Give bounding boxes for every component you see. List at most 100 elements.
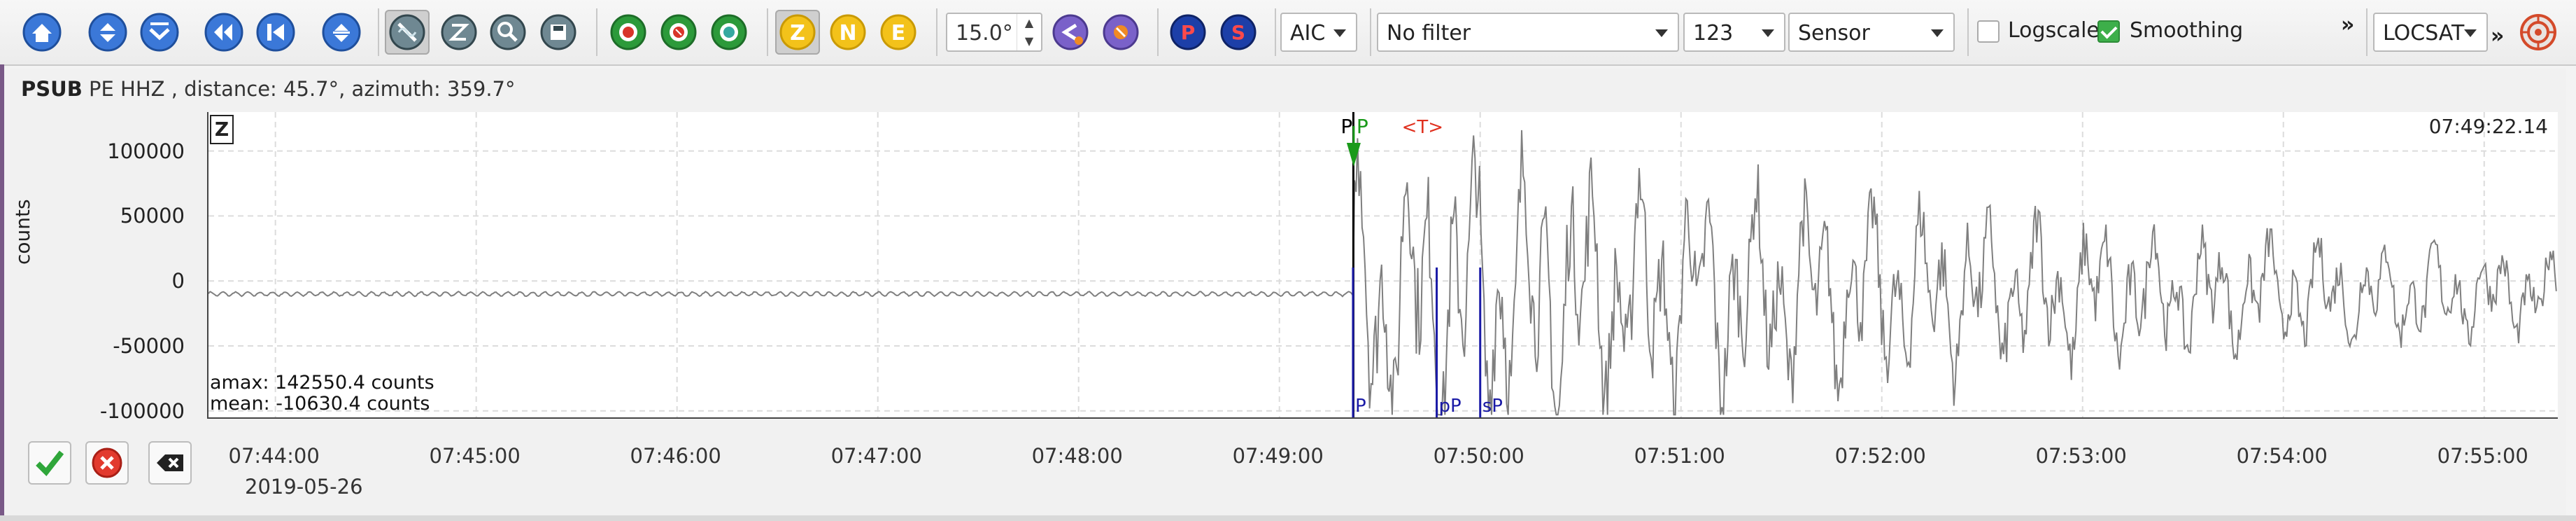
- x-tick-label: 07:50:00: [1433, 444, 1524, 468]
- x-tick-label: 07:52:00: [1834, 444, 1926, 468]
- home-icon[interactable]: [20, 10, 64, 55]
- x-tick-label: 07:55:00: [2437, 444, 2528, 468]
- smoothing-checkbox[interactable]: [2097, 20, 2120, 43]
- back-icon[interactable]: [201, 10, 246, 55]
- p-phase-icon[interactable]: [606, 10, 651, 55]
- component-z-label: Z: [790, 21, 805, 46]
- locator-select[interactable]: LOCSAT: [2373, 13, 2488, 52]
- save-icon[interactable]: [536, 10, 581, 55]
- trace-up-icon[interactable]: [1048, 10, 1093, 55]
- first-icon[interactable]: [253, 10, 298, 55]
- trace-time-label: 07:49:22.14: [2428, 115, 2548, 138]
- y-tick-label: 0: [171, 269, 185, 293]
- unit-select[interactable]: Sensor: [1788, 13, 1955, 52]
- chevron-down-icon: [1655, 29, 1668, 37]
- manual-pick-label: P: [1340, 115, 1352, 138]
- pick-p-button[interactable]: P: [1166, 10, 1210, 55]
- automatic-pick-label: P: [1357, 115, 1368, 138]
- mean-label: mean: -10630.4 counts: [210, 393, 430, 415]
- component-indicator: Z: [210, 115, 234, 144]
- seismogram-plot[interactable]: P P <T> PpP sP: [207, 112, 2558, 419]
- picker-window: Z N E 15.0° ▲ ▼ P S AIC No filter 123 Se…: [0, 0, 2576, 521]
- x-tick-label: 07:46:00: [630, 444, 721, 468]
- separator: [767, 8, 768, 56]
- separator: [1275, 8, 1276, 56]
- waveform-trace: [208, 130, 2557, 416]
- unit-select-value: Sensor: [1798, 21, 1870, 46]
- chevron-down-icon: [1762, 29, 1774, 37]
- relocate-icon[interactable]: [707, 10, 751, 55]
- y-axis-label: counts: [11, 199, 34, 265]
- logscale-label: Logscale: [2008, 18, 2100, 43]
- rotation-select-value: 123: [1693, 21, 1734, 46]
- x-tick-label: 07:47:00: [830, 444, 922, 468]
- accept-icon: [36, 450, 64, 477]
- separator: [1157, 8, 1159, 56]
- theoretical-pick-label: <T>: [1402, 117, 1443, 138]
- station-details: PE HHZ , distance: 45.7°, azimuth: 359.7…: [89, 77, 516, 101]
- y-tick-label: 50000: [120, 204, 185, 228]
- y-tick-label: -100000: [99, 398, 185, 423]
- trace-statistics: amax: 142550.4 counts mean: -10630.4 cou…: [210, 373, 434, 415]
- logscale-checkbox[interactable]: [1977, 20, 2000, 43]
- station-code: PSUB: [21, 77, 83, 101]
- spinbox-arrows[interactable]: ▲ ▼: [1017, 14, 1041, 50]
- zoom-icon[interactable]: [437, 10, 481, 55]
- y-tick-label: 100000: [107, 139, 185, 163]
- chevron-down-icon: [2464, 29, 2477, 37]
- chevron-down-icon: [1333, 29, 1346, 37]
- component-z-button[interactable]: Z: [775, 10, 820, 55]
- magnify-icon[interactable]: [486, 10, 530, 55]
- predicted-phase-label: pP: [1439, 396, 1462, 417]
- x-tick-label: 07:53:00: [2035, 444, 2127, 468]
- locator-overflow-button[interactable]: »: [2491, 24, 2504, 48]
- separator: [596, 8, 597, 56]
- date-label: 2019-05-26: [245, 475, 363, 499]
- y-tick-label: -50000: [113, 333, 185, 358]
- target-icon[interactable]: [2516, 10, 2561, 55]
- rotation-angle-spinbox[interactable]: 15.0° ▲ ▼: [946, 13, 1042, 52]
- x-tick-label: 07:44:00: [228, 444, 320, 468]
- s-phase-icon[interactable]: [656, 10, 701, 55]
- no-filter-icon[interactable]: [385, 10, 430, 55]
- rotation-angle-value: 15.0°: [956, 21, 1013, 46]
- method-select-value: AIC: [1290, 21, 1326, 46]
- x-tick-label: 07:48:00: [1031, 444, 1123, 468]
- component-n-label: N: [839, 21, 856, 46]
- toolbar: Z N E 15.0° ▲ ▼ P S AIC No filter 123 Se…: [0, 0, 2576, 66]
- filter-select-value: No filter: [1387, 21, 1471, 46]
- status-strip: [0, 515, 2576, 521]
- down-icon[interactable]: [137, 10, 182, 55]
- predicted-phase-label: sP: [1482, 396, 1503, 417]
- component-n-button[interactable]: N: [826, 10, 870, 55]
- chevron-down-icon: [1931, 29, 1944, 37]
- clear-button[interactable]: [148, 441, 192, 485]
- separator: [1967, 8, 1969, 56]
- filter-select[interactable]: No filter: [1377, 13, 1679, 52]
- x-tick-label: 07:51:00: [1634, 444, 1725, 468]
- amax-label: amax: 142550.4 counts: [210, 372, 434, 394]
- separator: [378, 8, 379, 56]
- separator: [2366, 8, 2368, 56]
- component-e-label: E: [891, 21, 906, 46]
- separator: [1370, 8, 1371, 56]
- predicted-phase-label: P: [1355, 396, 1366, 417]
- toolbar-overflow-button[interactable]: »: [2341, 13, 2354, 37]
- clear-icon: [157, 454, 183, 471]
- x-tick-label: 07:49:00: [1232, 444, 1324, 468]
- rotation-select[interactable]: 123: [1683, 13, 1785, 52]
- seismogram-svg: P P <T>P pP sP: [208, 112, 2558, 417]
- pick-p-label: P: [1181, 21, 1196, 44]
- reject-button[interactable]: [85, 441, 129, 485]
- expand-icon[interactable]: [319, 10, 364, 55]
- separator: [936, 8, 937, 56]
- up-down-icon[interactable]: [85, 10, 130, 55]
- pick-s-button[interactable]: S: [1216, 10, 1261, 55]
- reject-icon: [92, 447, 122, 478]
- window-edge: [0, 64, 4, 521]
- station-header: PSUB PE HHZ , distance: 45.7°, azimuth: …: [21, 77, 516, 101]
- trace-down-icon[interactable]: [1098, 10, 1143, 55]
- component-e-button[interactable]: E: [876, 10, 921, 55]
- accept-button[interactable]: [28, 441, 71, 485]
- method-select[interactable]: AIC: [1280, 13, 1357, 52]
